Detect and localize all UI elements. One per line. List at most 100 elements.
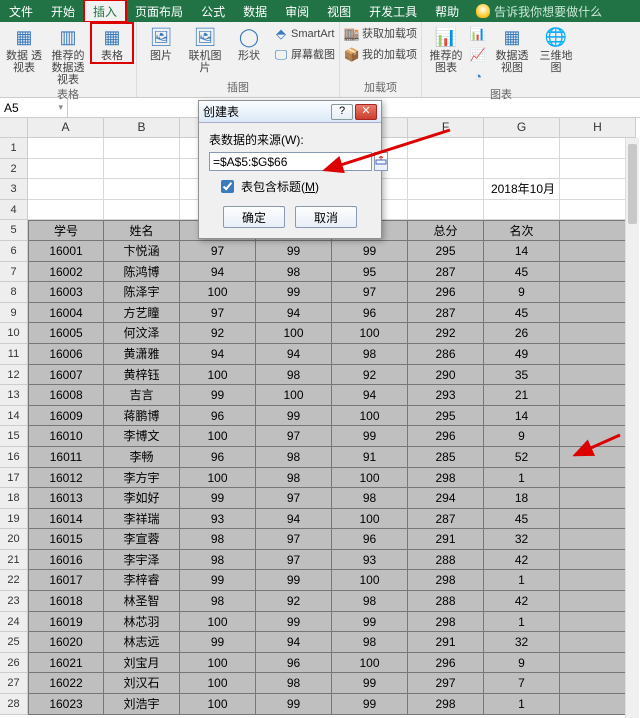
cell[interactable]: 42 (484, 591, 560, 612)
cell[interactable] (28, 138, 104, 159)
cell[interactable]: 94 (180, 344, 256, 365)
cell[interactable]: 42 (484, 550, 560, 571)
table-row[interactable]: 16005何汶泽9210010029226 (28, 323, 636, 344)
dialog-close-button[interactable]: ✕ (355, 104, 377, 120)
cell[interactable]: 94 (256, 509, 332, 530)
map3d-button[interactable]: 🌐 三维地 图 (536, 24, 576, 74)
cell[interactable]: 97 (180, 303, 256, 324)
cell[interactable] (408, 159, 484, 180)
ribbon-tab-2[interactable]: 插入 (84, 0, 126, 22)
row-header-21[interactable]: 21 (0, 550, 28, 571)
cell[interactable]: 100 (256, 323, 332, 344)
cell[interactable]: 18 (484, 488, 560, 509)
col-header-H[interactable]: H (560, 118, 636, 138)
cell[interactable]: 99 (180, 570, 256, 591)
cell[interactable]: 99 (332, 694, 408, 715)
cell[interactable]: 16010 (28, 426, 104, 447)
cell[interactable]: 99 (332, 673, 408, 694)
cell[interactable]: 林圣智 (104, 591, 180, 612)
cell[interactable]: 96 (180, 447, 256, 468)
cell[interactable]: 288 (408, 550, 484, 571)
cell[interactable]: 99 (256, 282, 332, 303)
row-header-18[interactable]: 18 (0, 488, 28, 509)
cell[interactable]: 296 (408, 282, 484, 303)
cell[interactable]: 45 (484, 262, 560, 283)
cell[interactable]: 97 (180, 241, 256, 262)
cell[interactable]: 99 (256, 570, 332, 591)
cell[interactable]: 100 (332, 468, 408, 489)
cell[interactable]: 16023 (28, 694, 104, 715)
cell[interactable]: 94 (256, 303, 332, 324)
cell[interactable]: 98 (332, 488, 408, 509)
cell[interactable]: 99 (180, 632, 256, 653)
row-header-4[interactable]: 4 (0, 200, 28, 221)
cell[interactable]: 李如好 (104, 488, 180, 509)
row-header-22[interactable]: 22 (0, 570, 28, 591)
cell[interactable]: 98 (256, 365, 332, 386)
cell[interactable]: 286 (408, 344, 484, 365)
cell[interactable]: 298 (408, 612, 484, 633)
cell[interactable]: 陈鸿博 (104, 262, 180, 283)
cell[interactable] (408, 138, 484, 159)
cell[interactable]: 16018 (28, 591, 104, 612)
row-headers[interactable]: 1234567891011121314151617181920212223242… (0, 138, 28, 715)
vertical-scrollbar[interactable] (625, 138, 639, 718)
cell[interactable]: 291 (408, 632, 484, 653)
cell[interactable]: 1 (484, 570, 560, 591)
cell[interactable]: 94 (256, 632, 332, 653)
cell[interactable]: 9 (484, 653, 560, 674)
cell[interactable]: 99 (180, 488, 256, 509)
row-header-7[interactable]: 7 (0, 262, 28, 283)
cell[interactable]: 98 (332, 344, 408, 365)
table-row[interactable]: 16023刘浩宇10099992981 (28, 694, 636, 715)
cell[interactable]: 298 (408, 570, 484, 591)
cell[interactable]: 吉言 (104, 385, 180, 406)
table-row[interactable]: 16010李博文10097992969 (28, 426, 636, 447)
cell[interactable]: 97 (256, 488, 332, 509)
ribbon-tab-9[interactable]: 帮助 (426, 0, 468, 22)
cell[interactable]: 16020 (28, 632, 104, 653)
cell[interactable] (408, 200, 484, 221)
cell[interactable]: 94 (180, 262, 256, 283)
cell[interactable]: 姓名 (104, 220, 180, 241)
cell[interactable]: 1 (484, 694, 560, 715)
cell[interactable] (28, 159, 104, 180)
cell[interactable]: 99 (180, 385, 256, 406)
dialog-ok-button[interactable]: 确定 (223, 206, 285, 228)
row-header-9[interactable]: 9 (0, 303, 28, 324)
cell[interactable]: 94 (256, 344, 332, 365)
cell[interactable]: 97 (332, 282, 408, 303)
screenshot-button[interactable]: 🖵 屏幕截图 (273, 45, 335, 65)
cell[interactable]: 李祥瑞 (104, 509, 180, 530)
cell[interactable]: 黄潇雅 (104, 344, 180, 365)
cell[interactable]: 297 (408, 673, 484, 694)
table-row[interactable]: 16013李如好99979829418 (28, 488, 636, 509)
cell[interactable]: 45 (484, 303, 560, 324)
cell[interactable]: 何汶泽 (104, 323, 180, 344)
cell[interactable]: 李梓睿 (104, 570, 180, 591)
table-row[interactable]: 16006黄潇雅94949828649 (28, 344, 636, 365)
table-row[interactable]: 16014李祥瑞939410028745 (28, 509, 636, 530)
col-header-G[interactable]: G (484, 118, 560, 138)
cell[interactable]: 96 (332, 529, 408, 550)
cell[interactable]: 7 (484, 673, 560, 694)
cell[interactable]: 李宇泽 (104, 550, 180, 571)
cell[interactable]: 16014 (28, 509, 104, 530)
chart-type-button[interactable]: ◔ (470, 66, 488, 86)
cell[interactable]: 2018年10月 (484, 179, 560, 200)
cell[interactable]: 287 (408, 509, 484, 530)
table-row[interactable]: 16007黄梓钰100989229035 (28, 365, 636, 386)
cell[interactable]: 100 (180, 282, 256, 303)
cell[interactable]: 16013 (28, 488, 104, 509)
cell[interactable]: 100 (332, 406, 408, 427)
cell[interactable]: 298 (408, 468, 484, 489)
row-header-14[interactable]: 14 (0, 406, 28, 427)
row-header-2[interactable]: 2 (0, 159, 28, 180)
table-row[interactable]: 16015李宣蓉98979629132 (28, 529, 636, 550)
table-row[interactable]: 16020林志远99949829132 (28, 632, 636, 653)
cell[interactable] (484, 138, 560, 159)
cell[interactable]: 李博文 (104, 426, 180, 447)
my-addins-button[interactable]: 📦 我的加载项 (344, 45, 417, 65)
cell[interactable]: 刘宝月 (104, 653, 180, 674)
row-header-19[interactable]: 19 (0, 509, 28, 530)
